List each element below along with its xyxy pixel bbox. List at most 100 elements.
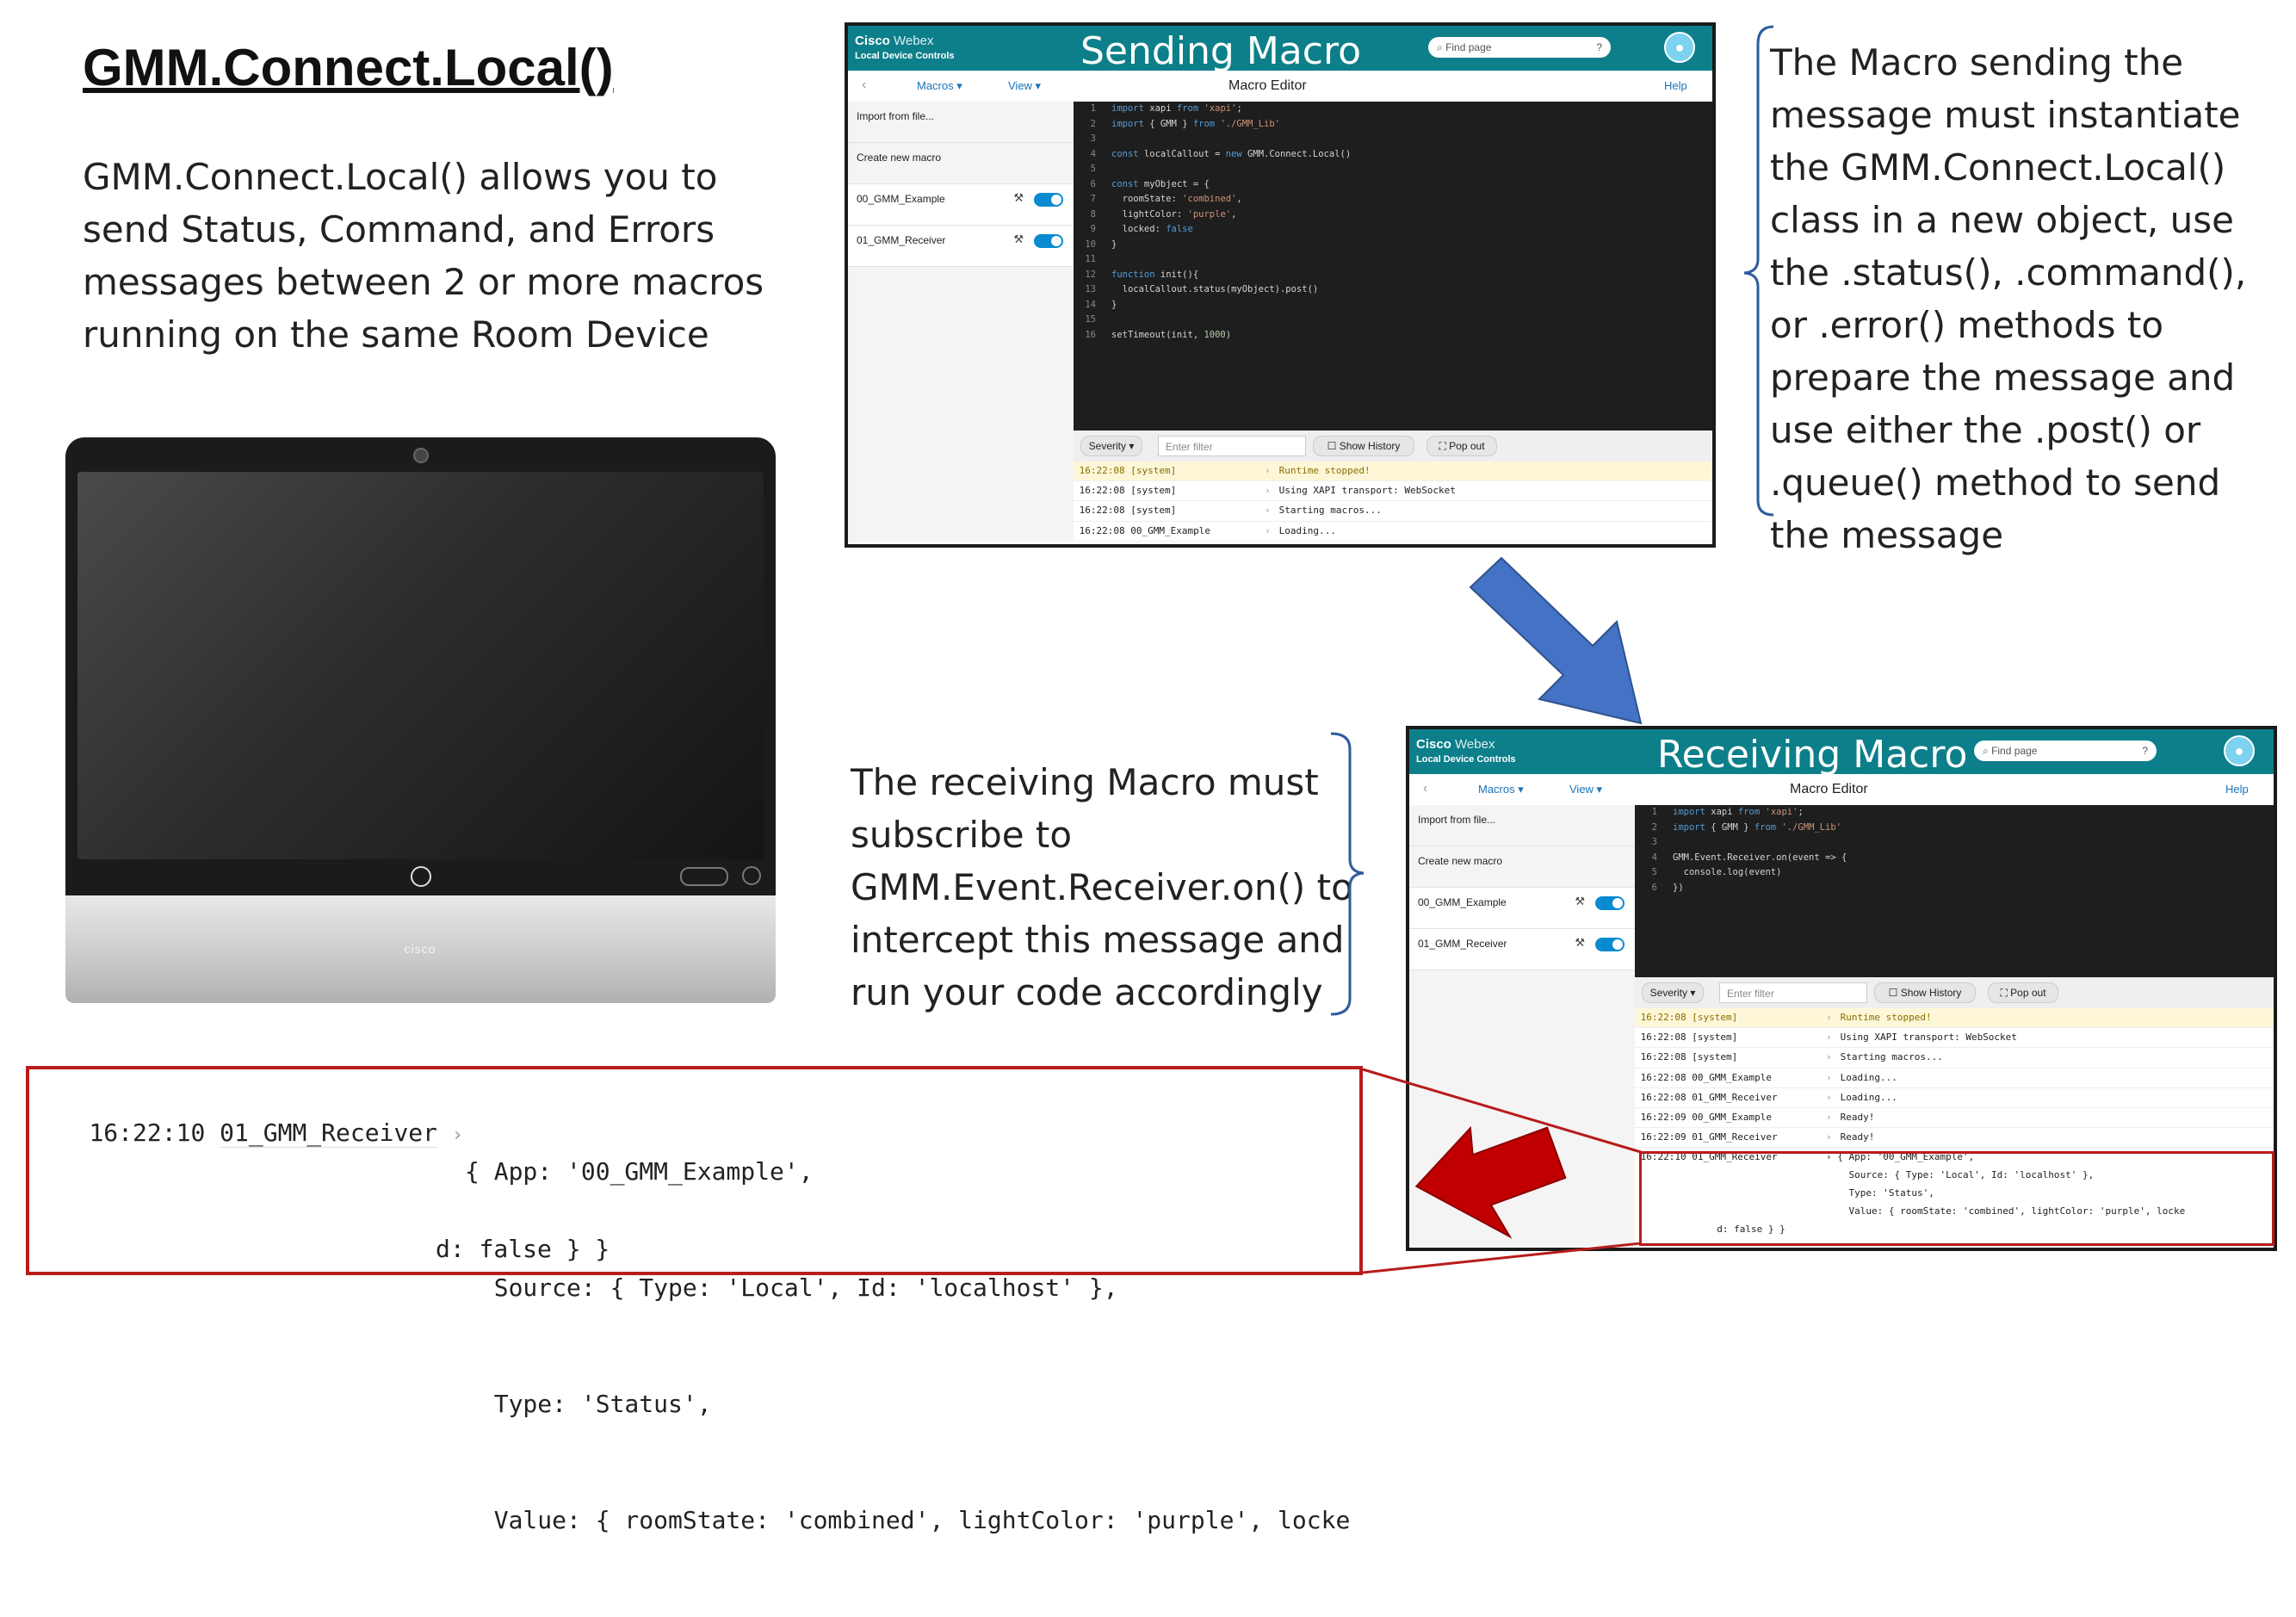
window-header: Cisco Webex Local Device Controls Receiv… [1409, 729, 2274, 777]
macro-toggle[interactable] [1595, 896, 1625, 910]
log-entry: 16:22:09 01_GMM_Receiver › Ready! [1635, 1128, 2274, 1149]
log-entry: 16:22:08 [system] › Starting macros... [1635, 1048, 2274, 1069]
toolbar: ‹ Macros ▾ View ▾ Macro Editor Help [1409, 774, 2274, 806]
sending-macro-window: Cisco Webex Local Device Controls Sendin… [845, 22, 1716, 548]
window-title: Sending Macro [1080, 29, 1362, 73]
code-line: 3 [1090, 133, 1096, 144]
wrench-icon[interactable]: ⚒ [1575, 895, 1585, 908]
log-line: d: false } } [436, 1235, 610, 1263]
view-menu[interactable]: View ▾ [1008, 79, 1041, 93]
user-avatar-icon[interactable]: ● [1664, 32, 1695, 63]
log-entry: 16:22:08 00_GMM_Example › Loading... [1635, 1069, 2274, 1088]
pop-out-button[interactable]: ⛶ Pop out [1988, 982, 2058, 1003]
log-time: 16:22:10 [89, 1118, 206, 1147]
macro-toggle[interactable] [1034, 193, 1063, 207]
code-line: 4 const localCallout = new GMM.Connect.Lo… [1090, 148, 1352, 159]
code-line: 1 import xapi from 'xapi'; [1090, 103, 1242, 114]
code-line: 1 import xapi from 'xapi'; [1651, 807, 1804, 817]
editor-title: Macro Editor [1228, 78, 1307, 93]
brand: Cisco Webex Local Device Controls [1416, 737, 1516, 765]
code-line: 2 import { GMM } from './GMM_Lib' [1090, 118, 1281, 129]
mute-button-icon [742, 866, 761, 885]
import-from-file[interactable]: Import from file... [848, 102, 1074, 143]
code-line: 11 [1085, 254, 1096, 264]
log-entry: 16:22:08 [system] › Using XAPI transport: … [1635, 1028, 2274, 1049]
find-page-input[interactable]: ⌕ Find page? [1428, 37, 1611, 58]
code-line: 3 [1651, 837, 1657, 847]
log-entry: 16:22:09 00_GMM_Example › Ready! [1635, 1108, 2274, 1129]
receiver-description: The receiving Macro must subscribe to GM… [851, 761, 1353, 1013]
macro-item[interactable]: 00_GMM_Example ⚒ [848, 184, 1074, 226]
log-panel: 16:22:08 [system] › Runtime stopped! 16:22… [1074, 462, 1712, 544]
code-line: 12 function init(){ [1085, 269, 1199, 280]
log-line: { App: '00_GMM_Example', [465, 1157, 814, 1186]
log-filter-input[interactable]: Enter filter [1719, 982, 1867, 1003]
flow-arrow-icon [1469, 556, 1643, 725]
code-editor[interactable]: 1 import xapi from 'xapi'; 2 import { GMM }… [1635, 805, 2274, 977]
code-line: 14} [1085, 299, 1117, 310]
help-link[interactable]: Help [1664, 79, 1687, 92]
log-entry: 16:22:08 00_GMM_Example › Loading... [1074, 522, 1712, 542]
log-entry: 16:22:08 [system] › Starting macros... [1074, 501, 1712, 522]
highlight-arrow-icon [1414, 1125, 1567, 1239]
device-screen [77, 472, 764, 859]
macro-item[interactable]: 00_GMM_Example ⚒ [1409, 888, 1635, 929]
import-from-file[interactable]: Import from file... [1409, 805, 1635, 846]
log-filter-input[interactable]: Enter filter [1158, 436, 1306, 456]
code-line: 8 lightColor: 'purple', [1090, 208, 1237, 220]
device-logo: cisco [404, 942, 436, 956]
macro-sidebar: Import from file... Create new macro 00_… [848, 102, 1074, 542]
highlight-box [1639, 1151, 2274, 1246]
code-line: 10} [1085, 239, 1117, 250]
view-menu[interactable]: View ▾ [1569, 783, 1602, 796]
receiver-bracket [1330, 732, 1365, 1016]
window-title: Receiving Macro [1657, 733, 1968, 777]
show-history-checkbox[interactable]: ☐ Show History [1874, 982, 1976, 1003]
sender-description: The Macro sending the message must insta… [1770, 41, 2247, 556]
slide-title: GMM.Connect.Local() [83, 39, 614, 96]
code-editor[interactable]: 1 import xapi from 'xapi'; 2 import { GMM }… [1074, 102, 1712, 455]
code-line: 15 [1085, 314, 1096, 325]
intro-text: GMM.Connect.Local() allows you to send S… [83, 156, 764, 356]
code-line: 4 GMM.Event.Receiver.on(event => { [1651, 852, 1847, 863]
severity-dropdown[interactable]: Severity ▾ [1080, 436, 1142, 456]
user-avatar-icon[interactable]: ● [2224, 735, 2255, 766]
log-filter-bar: Severity ▾ Enter filter ☐ Show History ⛶… [1074, 431, 1712, 462]
help-icon[interactable]: ? [2142, 740, 2148, 761]
wrench-icon[interactable]: ⚒ [1013, 191, 1024, 205]
log-entry: 16:22:08 [system] › Runtime stopped! [1635, 1008, 2274, 1029]
help-link[interactable]: Help [2225, 783, 2249, 796]
back-icon[interactable]: ‹ [1423, 781, 1427, 796]
macro-item[interactable]: 01_GMM_Receiver ⚒ [848, 226, 1074, 267]
log-line: Source: { Type: 'Local', Id: 'localhost'… [465, 1273, 1118, 1302]
macros-menu[interactable]: Macros ▾ [1478, 783, 1524, 796]
code-line: 6 const myObject = { [1090, 178, 1210, 189]
macro-toggle[interactable] [1595, 938, 1625, 951]
log-line: Value: { roomState: 'combined', lightCol… [465, 1506, 1351, 1534]
log-source: 01_GMM_Receiver [220, 1118, 438, 1148]
brand: Cisco Webex Local Device Controls [855, 34, 955, 62]
expand-arrow-icon[interactable]: › [452, 1124, 463, 1146]
find-page-input[interactable]: ⌕ Find page? [1974, 740, 2157, 761]
help-icon[interactable]: ? [1596, 37, 1602, 58]
create-new-macro[interactable]: Create new macro [1409, 846, 1635, 888]
window-header: Cisco Webex Local Device Controls Sendin… [848, 26, 1712, 73]
wrench-icon[interactable]: ⚒ [1013, 232, 1024, 246]
code-line: 5 [1090, 164, 1096, 174]
toolbar: ‹ Macros ▾ View ▾ Macro Editor Help [848, 71, 1712, 102]
create-new-macro[interactable]: Create new macro [848, 143, 1074, 184]
back-icon[interactable]: ‹ [862, 77, 866, 93]
show-history-checkbox[interactable]: ☐ Show History [1313, 436, 1414, 456]
log-entry: 16:22:08 01_GMM_Receiver › Loading... [1635, 1088, 2274, 1108]
log-line: Type: 'Status', [465, 1390, 712, 1418]
wrench-icon[interactable]: ⚒ [1575, 936, 1585, 950]
pop-out-button[interactable]: ⛶ Pop out [1426, 436, 1497, 456]
severity-dropdown[interactable]: Severity ▾ [1642, 982, 1704, 1003]
macro-toggle[interactable] [1034, 234, 1063, 248]
code-line: 16 setTimeout(init, 1000) [1085, 329, 1232, 340]
log-filter-bar: Severity ▾ Enter filter ☐ Show History ⛶… [1635, 977, 2274, 1009]
macros-menu[interactable]: Macros ▾ [917, 79, 962, 93]
code-line: 5 console.log(event) [1651, 867, 1782, 877]
home-button-icon [411, 866, 431, 887]
macro-item[interactable]: 01_GMM_Receiver ⚒ [1409, 929, 1635, 970]
